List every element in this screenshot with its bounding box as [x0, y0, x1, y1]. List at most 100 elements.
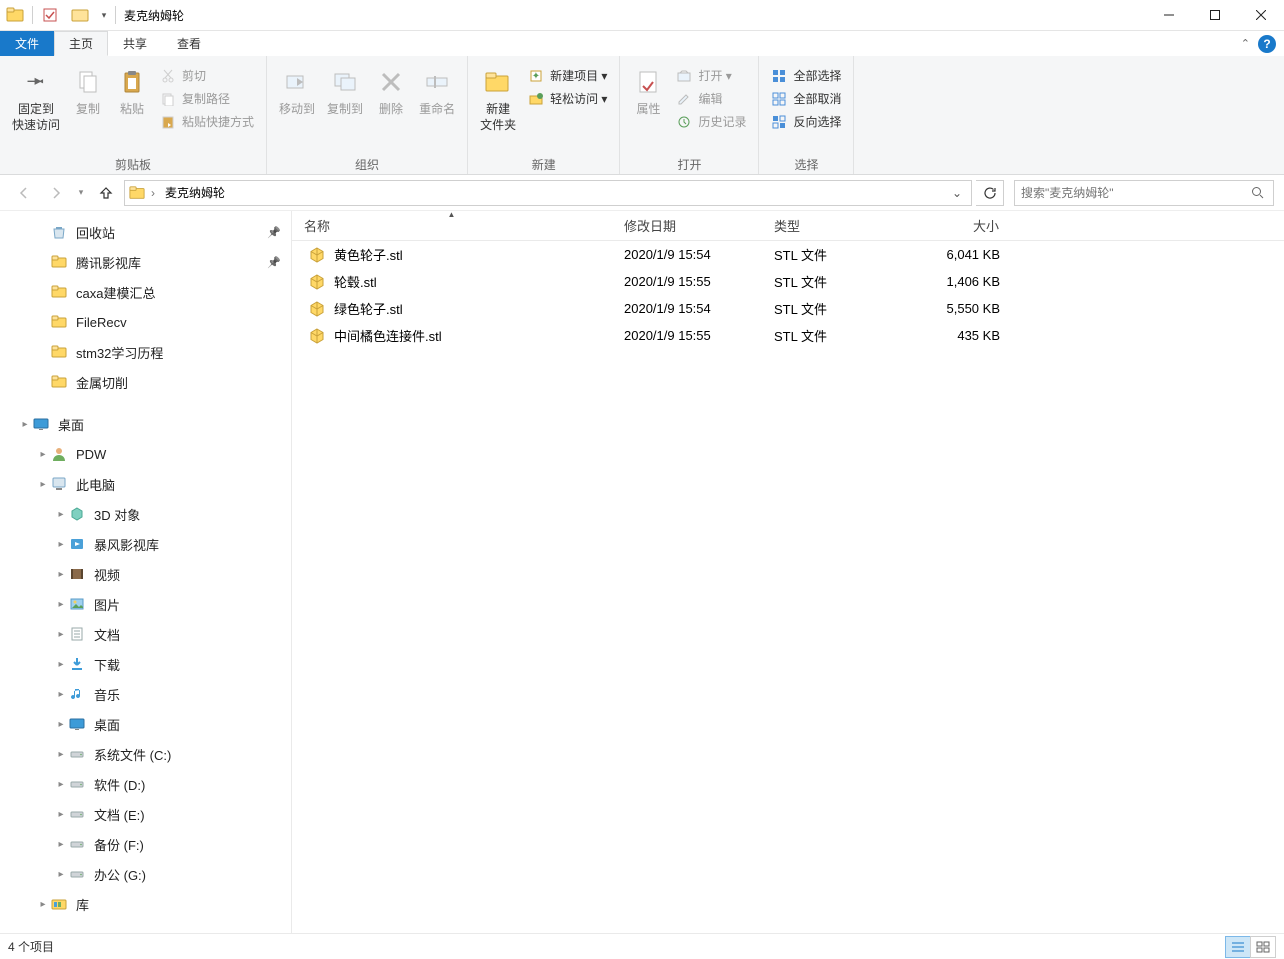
tab-查看[interactable]: 查看	[162, 31, 216, 56]
expand-icon[interactable]: ▸	[54, 839, 68, 850]
ribbon-newfolder-button[interactable]: 新建 文件夹	[474, 60, 522, 152]
file-row[interactable]: 黄色轮子.stl 2020/1/9 15:54 STL 文件 6,041 KB	[292, 241, 1284, 268]
tab-file[interactable]: 文件	[0, 31, 54, 56]
minimize-button[interactable]	[1146, 0, 1192, 31]
expand-icon[interactable]: ▸	[54, 509, 68, 520]
qat-newfolder-icon[interactable]	[65, 0, 95, 30]
file-list[interactable]: 黄色轮子.stl 2020/1/9 15:54 STL 文件 6,041 KB …	[292, 241, 1284, 933]
expand-icon[interactable]: ▸	[54, 869, 68, 880]
nav-up-button[interactable]	[92, 179, 120, 207]
nav-forward-button[interactable]	[42, 179, 70, 207]
file-row[interactable]: 绿色轮子.stl 2020/1/9 15:54 STL 文件 5,550 KB	[292, 295, 1284, 322]
tree-item[interactable]: ▸视频	[0, 559, 291, 589]
ribbon-paste-button[interactable]: 粘贴	[110, 60, 154, 152]
nav-tree[interactable]: 回收站📌腾讯影视库📌caxa建模汇总FileRecvstm32学习历程金属切削 ▸…	[0, 211, 292, 933]
ribbon-history-button[interactable]: 历史记录	[670, 110, 752, 133]
tree-item[interactable]: 腾讯影视库📌	[0, 247, 291, 277]
expand-icon[interactable]: ▸	[54, 779, 68, 790]
expand-icon[interactable]: ▸	[36, 899, 50, 910]
expand-icon[interactable]: ▸	[54, 689, 68, 700]
col-header-name[interactable]: 名称 ▲	[292, 211, 612, 240]
ribbon-rename-button[interactable]: 重命名	[413, 60, 461, 152]
search-box[interactable]	[1014, 180, 1274, 206]
address-dropdown-icon[interactable]: ⌄	[947, 186, 967, 200]
ribbon-group-label: 打开	[620, 156, 758, 174]
drive-icon	[68, 865, 86, 883]
expand-icon[interactable]: ▸	[36, 479, 50, 490]
ribbon-open-button[interactable]: 打开 ▾	[670, 64, 752, 87]
ribbon-pasteshortcut-button[interactable]: 粘贴快捷方式	[154, 110, 260, 133]
tree-item[interactable]: caxa建模汇总	[0, 277, 291, 307]
ribbon-edit-button[interactable]: 编辑	[670, 87, 752, 110]
address-bar[interactable]: › 麦克纳姆轮 ⌄	[124, 180, 972, 206]
tree-item[interactable]: ▸下载	[0, 649, 291, 679]
tree-item[interactable]: ▸图片	[0, 589, 291, 619]
tree-item[interactable]: ▸音乐	[0, 679, 291, 709]
tree-item[interactable]: ▸3D 对象	[0, 499, 291, 529]
ribbon-selectnone-button[interactable]: 全部取消	[765, 87, 847, 110]
qat-properties-icon[interactable]	[35, 0, 65, 30]
ribbon-properties-button[interactable]: 属性	[626, 60, 670, 152]
expand-icon[interactable]: ▸	[54, 719, 68, 730]
tree-item[interactable]: ▸暴风影视库	[0, 529, 291, 559]
ribbon-moveto-button[interactable]: 移动到	[273, 60, 321, 152]
tree-item[interactable]: ▸办公 (G:)	[0, 859, 291, 889]
expand-icon[interactable]: ▸	[54, 569, 68, 580]
tree-item[interactable]: ▸系统文件 (C:)	[0, 739, 291, 769]
ribbon-copypath-button[interactable]: 复制路径	[154, 87, 260, 110]
file-name: 绿色轮子.stl	[334, 299, 403, 318]
maximize-button[interactable]	[1192, 0, 1238, 31]
expand-icon[interactable]: ▸	[36, 449, 50, 460]
tab-共享[interactable]: 共享	[108, 31, 162, 56]
ribbon-pin-button[interactable]: 固定到 快速访问	[6, 60, 66, 152]
tree-item[interactable]: FileRecv	[0, 307, 291, 337]
expand-icon[interactable]: ▸	[54, 539, 68, 550]
tree-item[interactable]: ▸备份 (F:)	[0, 829, 291, 859]
refresh-button[interactable]	[976, 180, 1004, 206]
ribbon-group: 固定到 快速访问复制粘贴剪切复制路径粘贴快捷方式剪贴板	[0, 56, 267, 174]
tree-item[interactable]: ▸文档 (E:)	[0, 799, 291, 829]
qat-dropdown-icon[interactable]: ▾	[95, 0, 113, 30]
expand-icon[interactable]: ▸	[54, 659, 68, 670]
tree-item[interactable]: ▸PDW	[0, 439, 291, 469]
ribbon-easyaccess-button[interactable]: 轻松访问 ▾	[522, 87, 613, 110]
ribbon-copyto-button[interactable]: 复制到	[321, 60, 369, 152]
file-row[interactable]: 轮毂.stl 2020/1/9 15:55 STL 文件 1,406 KB	[292, 268, 1284, 295]
breadcrumb-item[interactable]: 麦克纳姆轮	[161, 184, 229, 201]
tree-item[interactable]: ▸文档	[0, 619, 291, 649]
expand-icon[interactable]: ▸	[18, 419, 32, 430]
tree-item[interactable]: stm32学习历程	[0, 337, 291, 367]
nav-back-button[interactable]	[10, 179, 38, 207]
expand-icon[interactable]: ▸	[54, 809, 68, 820]
file-row[interactable]: 中间橘色连接件.stl 2020/1/9 15:55 STL 文件 435 KB	[292, 322, 1284, 349]
close-button[interactable]	[1238, 0, 1284, 31]
col-header-size[interactable]: 大小	[912, 211, 1012, 240]
tree-item[interactable]: ▸桌面	[0, 409, 291, 439]
ribbon-cut-button[interactable]: 剪切	[154, 64, 260, 87]
desktop-icon	[32, 415, 50, 433]
tree-item[interactable]: ▸桌面	[0, 709, 291, 739]
col-header-type[interactable]: 类型	[762, 211, 912, 240]
ribbon-delete-button[interactable]: 删除	[369, 60, 413, 152]
expand-icon[interactable]: ▸	[54, 599, 68, 610]
expand-icon[interactable]: ▸	[54, 749, 68, 760]
tree-item[interactable]: ▸库	[0, 889, 291, 919]
tree-item[interactable]: 金属切削	[0, 367, 291, 397]
ribbon-newitem-button[interactable]: ✦新建项目 ▾	[522, 64, 613, 87]
ribbon-invert-button[interactable]: 反向选择	[765, 110, 847, 133]
search-input[interactable]	[1021, 186, 1251, 200]
ribbon-copy-button[interactable]: 复制	[66, 60, 110, 152]
ribbon-selectall-button[interactable]: 全部选择	[765, 64, 847, 87]
help-icon[interactable]: ?	[1258, 35, 1276, 53]
tree-item[interactable]: ▸此电脑	[0, 469, 291, 499]
tree-item[interactable]: 回收站📌	[0, 217, 291, 247]
view-details-button[interactable]	[1225, 936, 1251, 958]
tab-主页[interactable]: 主页	[54, 31, 108, 56]
view-icons-button[interactable]	[1250, 936, 1276, 958]
nav-recent-dropdown[interactable]: ▾	[74, 179, 88, 207]
col-header-date[interactable]: 修改日期	[612, 211, 762, 240]
search-icon[interactable]	[1251, 186, 1267, 199]
ribbon-collapse-icon[interactable]: ⌃	[1241, 37, 1250, 50]
tree-item[interactable]: ▸软件 (D:)	[0, 769, 291, 799]
expand-icon[interactable]: ▸	[54, 629, 68, 640]
